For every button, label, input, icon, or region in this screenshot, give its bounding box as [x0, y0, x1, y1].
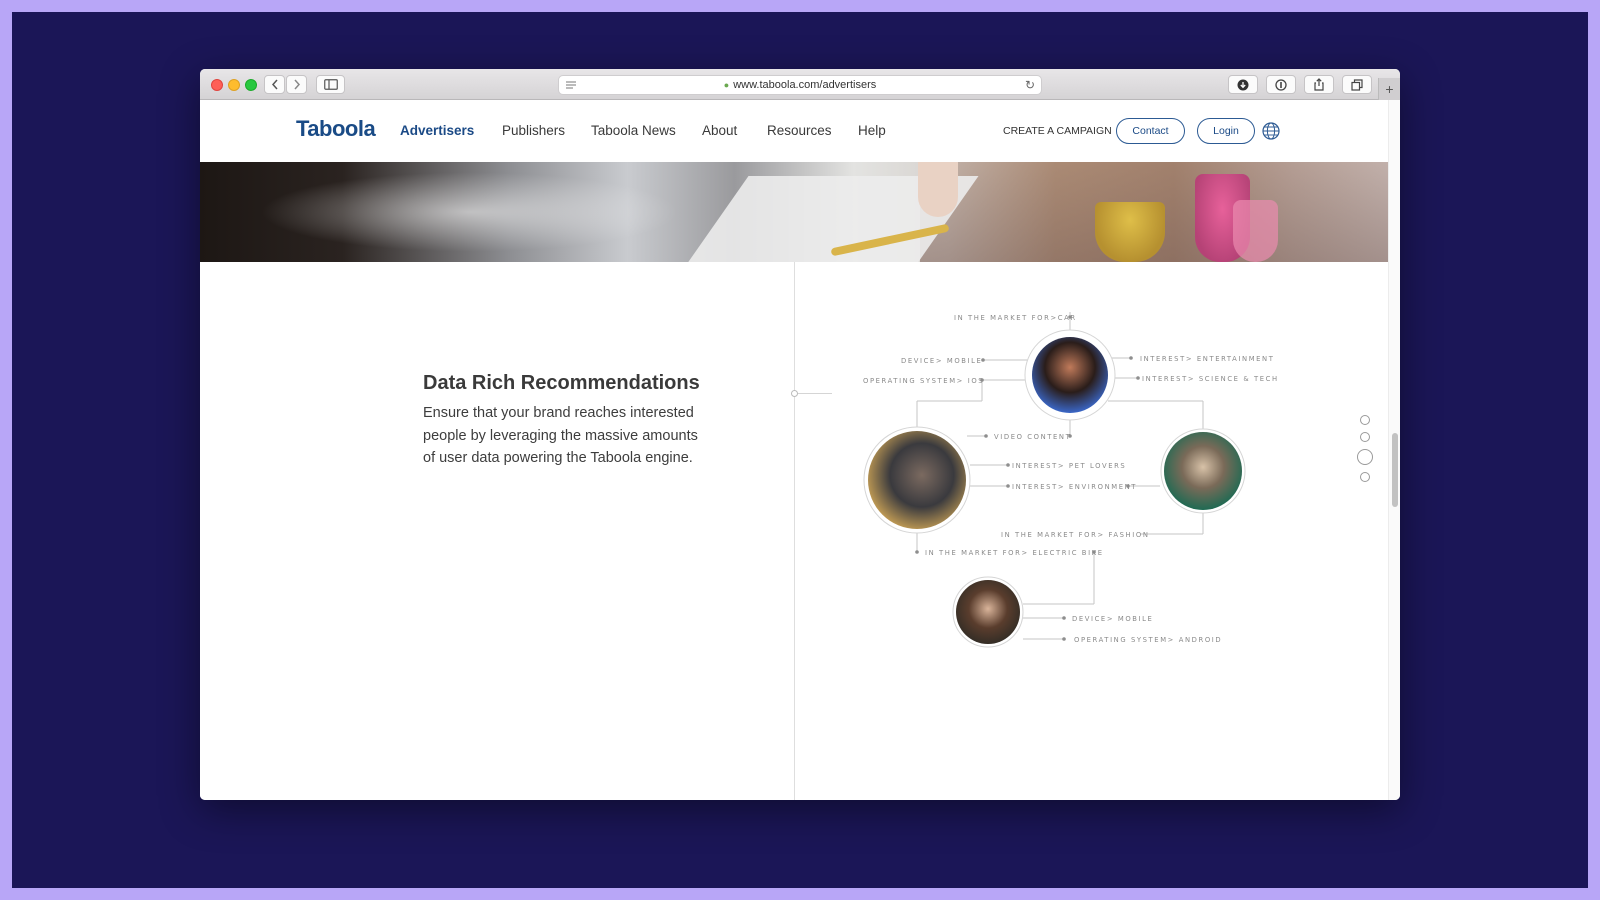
maximize-window-button[interactable] — [245, 79, 257, 91]
hero-image — [200, 162, 1388, 262]
site-header: Taboola Advertisers Publishers Taboola N… — [200, 100, 1388, 162]
close-window-button[interactable] — [211, 79, 223, 91]
address-bar[interactable]: ● www.taboola.com/advertisers ↻ — [558, 75, 1042, 95]
share-button[interactable] — [1304, 75, 1334, 94]
page-scrollbar[interactable] — [1388, 100, 1400, 800]
section-pager — [1357, 415, 1373, 490]
pager-dot-2[interactable] — [1360, 432, 1370, 442]
download-button[interactable] — [1228, 75, 1258, 94]
label-interest-entertainment: INTEREST> ENTERTAINMENT — [1140, 355, 1275, 363]
label-market-bike: IN THE MARKET FOR> ELECTRIC BIKE — [925, 549, 1104, 557]
nav-help[interactable]: Help — [858, 123, 886, 138]
lock-icon: ● — [723, 80, 730, 90]
label-os-ios: OPERATING SYSTEM> IOS — [863, 377, 984, 385]
avatar-man-phone — [952, 576, 1024, 648]
nav-publishers[interactable]: Publishers — [502, 123, 565, 138]
reader-icon[interactable] — [565, 79, 577, 91]
section-divider — [794, 262, 795, 800]
browser-window: ● www.taboola.com/advertisers ↻ + Tabool… — [200, 69, 1400, 800]
contact-button[interactable]: Contact — [1116, 118, 1185, 144]
password-button[interactable] — [1266, 75, 1296, 94]
globe-icon[interactable] — [1262, 122, 1280, 140]
back-icon — [271, 79, 278, 90]
create-campaign-link[interactable]: CREATE A CAMPAIGN — [1003, 125, 1112, 137]
minimize-window-button[interactable] — [228, 79, 240, 91]
label-device-mobile-2: DEVICE> MOBILE — [1072, 615, 1153, 623]
label-video-content: VIDEO CONTENT — [994, 433, 1071, 441]
timeline-dot — [791, 390, 798, 397]
label-interest-pets: INTEREST> PET LOVERS — [1012, 462, 1126, 470]
browser-toolbar: ● www.taboola.com/advertisers ↻ + — [200, 69, 1400, 100]
login-button[interactable]: Login — [1197, 118, 1255, 144]
forward-button[interactable] — [286, 75, 307, 94]
tabs-icon — [1351, 78, 1363, 91]
user-data-diagram: IN THE MARKET FOR>CAR DEVICE> MOBILE OPE… — [863, 312, 1279, 648]
label-market-car: IN THE MARKET FOR>CAR — [954, 314, 1077, 322]
back-button[interactable] — [264, 75, 285, 94]
taboola-logo[interactable]: Taboola — [296, 116, 376, 142]
label-market-fashion: IN THE MARKET FOR> FASHION — [1001, 531, 1150, 539]
forward-icon — [293, 79, 300, 90]
label-device-mobile: DEVICE> MOBILE — [901, 357, 982, 365]
avatar-woman-coat — [1160, 428, 1246, 514]
label-interest-environment: INTEREST> ENVIRONMENT — [1012, 483, 1137, 491]
pager-dot-1[interactable] — [1360, 415, 1370, 425]
reload-icon[interactable]: ↻ — [1025, 78, 1035, 92]
new-tab-icon[interactable]: + — [1378, 78, 1400, 100]
url-text: www.taboola.com/advertisers — [733, 79, 877, 91]
label-interest-science: INTEREST> SCIENCE & TECH — [1142, 375, 1279, 383]
nav-about[interactable]: About — [702, 123, 737, 138]
label-os-android: OPERATING SYSTEM> ANDROID — [1074, 636, 1222, 644]
nav-taboola-news[interactable]: Taboola News — [591, 123, 676, 138]
pager-dot-4[interactable] — [1360, 472, 1370, 482]
pager-dot-3-active[interactable] — [1357, 449, 1373, 465]
nav-resources[interactable]: Resources — [767, 123, 832, 138]
password-icon — [1275, 78, 1287, 91]
sidebar-button[interactable] — [316, 75, 345, 94]
download-icon — [1237, 79, 1249, 90]
section-heading: Data Rich Recommendations — [423, 372, 700, 394]
tabs-button[interactable] — [1342, 75, 1372, 94]
avatar-man-beanie — [863, 426, 971, 534]
share-icon — [1314, 78, 1324, 91]
webpage: Taboola Advertisers Publishers Taboola N… — [200, 100, 1388, 800]
sidebar-icon — [323, 79, 338, 90]
avatar-woman-afro — [1024, 329, 1116, 421]
scrollbar-thumb[interactable] — [1392, 433, 1398, 507]
section-body: Ensure that your brand reaches intereste… — [423, 405, 698, 466]
nav-advertisers[interactable]: Advertisers — [400, 123, 474, 138]
